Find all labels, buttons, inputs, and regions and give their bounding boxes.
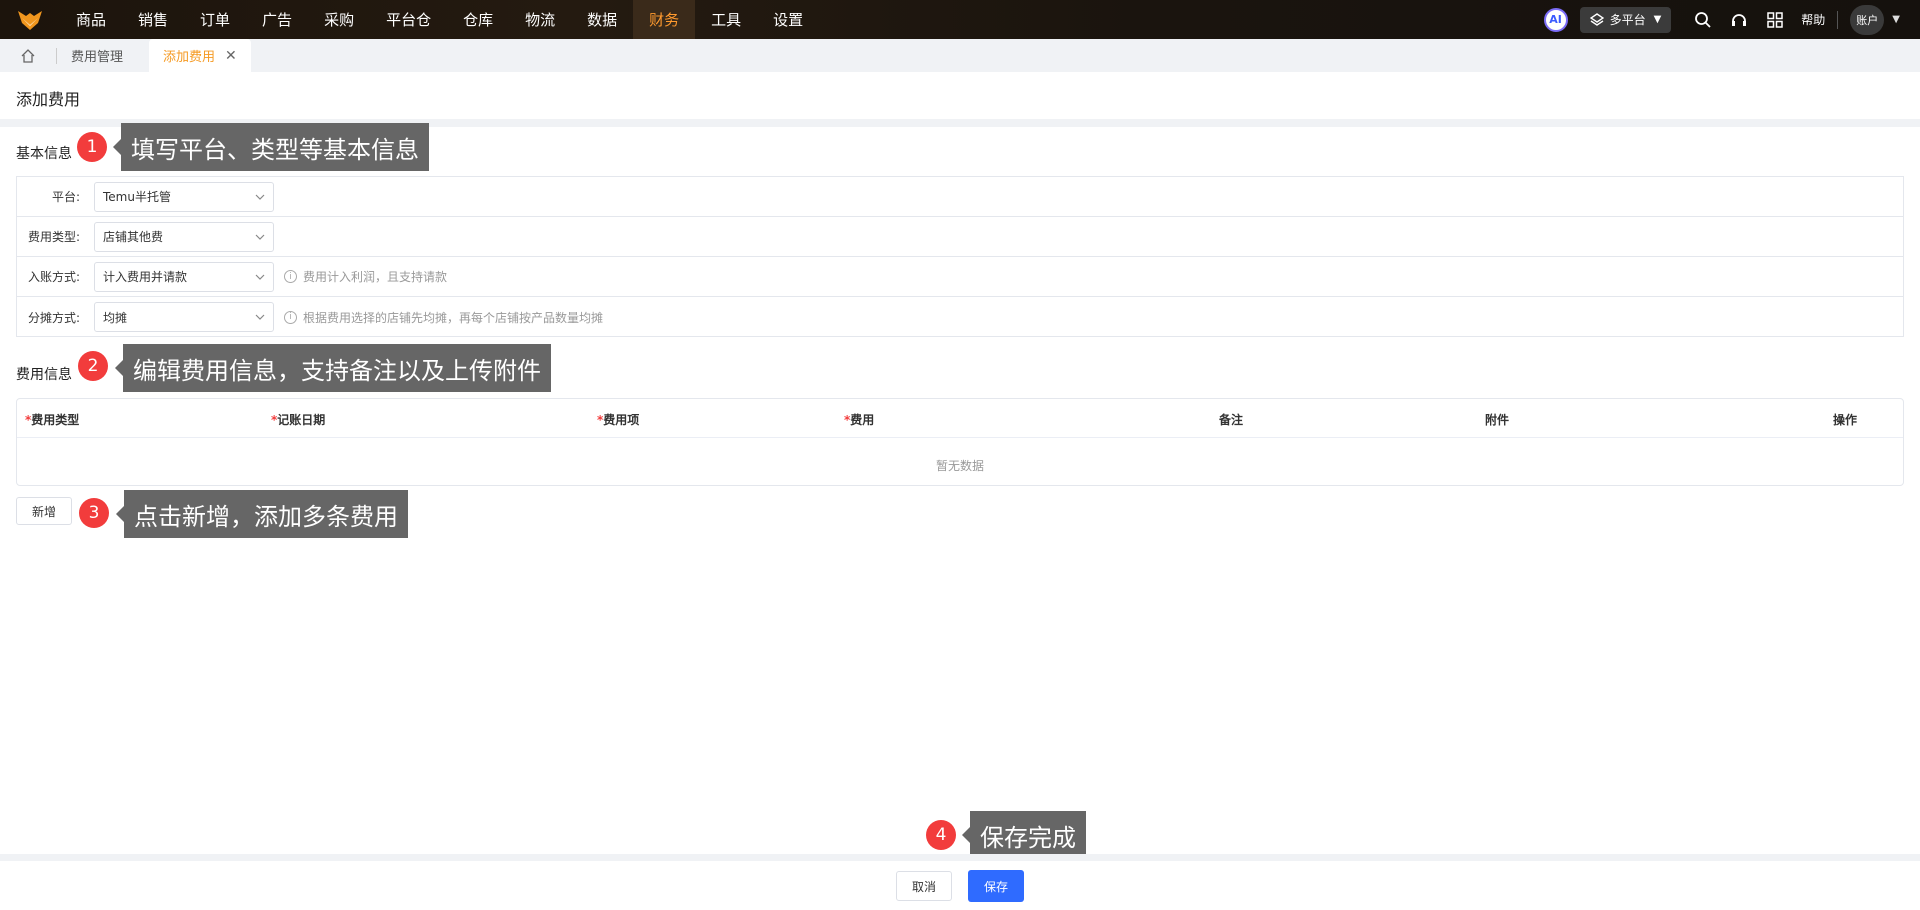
column-remark: 备注 (1219, 413, 1244, 427)
step-badge-4: 4 (926, 820, 956, 850)
chevron-down-icon (255, 234, 265, 240)
nav-item-ads[interactable]: 广告 (246, 0, 308, 39)
help-link[interactable]: 帮助 (1801, 11, 1825, 28)
split-method-select[interactable]: 均摊 (94, 302, 274, 332)
apps-grid-icon[interactable] (1765, 10, 1785, 30)
fee-type-select[interactable]: 店铺其他费 (94, 221, 274, 252)
step-badge-2: 2 (78, 351, 108, 381)
split-method-hint: i 根据费用选择的店铺先均摊，再每个店铺按产品数量均摊 (284, 309, 603, 326)
entry-method-hint-text: 费用计入利润，且支持请款 (303, 270, 448, 284)
entry-method-hint: i 费用计入利润，且支持请款 (284, 268, 447, 285)
platform-select[interactable]: Temu半托管 (94, 181, 274, 212)
fee-type-select-value: 店铺其他费 (103, 230, 164, 244)
tab-fee-management[interactable]: 费用管理 (57, 39, 137, 72)
platform-label: 平台: (51, 190, 80, 204)
nav-item-orders[interactable]: 订单 (184, 0, 246, 39)
nav-item-logistics[interactable]: 物流 (509, 0, 571, 39)
chevron-down-icon (255, 194, 265, 200)
callout-2: 编辑费用信息，支持备注以及上传附件 (115, 344, 551, 392)
info-icon: i (284, 310, 297, 324)
form-row-entry-method: 入账方式: 计入费用并请款 i 费用计入利润，且支持请款 (17, 257, 1903, 297)
tab-add-fee-label: 添加费用 (163, 50, 216, 65)
split-method-label: 分摊方式: (27, 310, 80, 325)
entry-method-label: 入账方式: (27, 270, 80, 284)
form-row-platform: 平台: Temu半托管 (17, 177, 1903, 217)
cancel-button[interactable]: 取消 (896, 871, 952, 901)
entry-method-select-value: 计入费用并请款 (103, 270, 188, 284)
page-title: 添加费用 (16, 90, 81, 109)
nav-item-platform-warehouse[interactable]: 平台仓 (370, 0, 447, 39)
chevron-down-icon (255, 314, 265, 320)
fee-table: *费用类型 *记账日期 *费用项 *费用 备注 附件 操作 暂无数据 (16, 398, 1904, 486)
column-actions: 操作 (1833, 413, 1858, 427)
step-badge-1: 1 (77, 132, 107, 162)
callout-4: 保存完成 (962, 811, 1086, 859)
form-row-split-method: 分摊方式: 均摊 i 根据费用选择的店铺先均摊，再每个店铺按产品数量均摊 (17, 297, 1903, 337)
search-icon[interactable] (1693, 10, 1713, 30)
empty-state: 暂无数据 (935, 459, 984, 473)
split-method-hint-text: 根据费用选择的店铺先均摊，再每个店铺按产品数量均摊 (303, 310, 604, 325)
column-fee-type: *费用类型 (25, 413, 80, 427)
fee-table-header: *费用类型 *记账日期 *费用项 *费用 备注 附件 操作 (17, 399, 1903, 438)
close-icon[interactable]: ✕ (225, 48, 237, 64)
form-row-fee-type: 费用类型: 店铺其他费 (17, 217, 1903, 257)
callout-1: 填写平台、类型等基本信息 (113, 123, 429, 171)
column-amount: *费用 (844, 413, 875, 427)
callout-3: 点击新增，添加多条费用 (116, 490, 408, 538)
basic-info-form: 平台: Temu半托管 费用类型: 店铺其他费 入账方式: 计入费用并请款 i … (16, 176, 1904, 337)
basic-info-title: 基本信息 (16, 146, 72, 162)
nav-item-settings[interactable]: 设置 (757, 0, 819, 39)
platform-switcher[interactable]: 多平台 ▼ (1579, 6, 1672, 33)
nav-item-finance[interactable]: 财务 (633, 0, 696, 39)
step-badge-3: 3 (79, 498, 109, 528)
save-button[interactable]: 保存 (968, 870, 1024, 902)
platform-switcher-label: 多平台 (1609, 13, 1646, 27)
nav-item-tools[interactable]: 工具 (695, 0, 757, 39)
platform-select-value: Temu半托管 (103, 190, 171, 204)
column-fee-item: *费用项 (597, 413, 640, 427)
headset-icon[interactable] (1729, 10, 1749, 30)
chevron-down-icon (255, 274, 265, 280)
nav-divider (1837, 10, 1839, 29)
footer-divider (0, 854, 1920, 861)
layers-icon (1589, 12, 1604, 26)
nav-item-warehouse[interactable]: 仓库 (447, 0, 509, 39)
info-icon: i (284, 270, 297, 283)
tab-add-fee[interactable]: 添加费用 ✕ (149, 39, 251, 72)
nav-item-purchase[interactable]: 采购 (308, 0, 370, 39)
fee-type-label: 费用类型: (27, 230, 80, 244)
entry-method-select[interactable]: 计入费用并请款 (94, 261, 274, 292)
nav-item-sales[interactable]: 销售 (122, 0, 184, 39)
tab-bar: 费用管理 添加费用 ✕ (0, 39, 1920, 72)
avatar[interactable]: 账户 (1850, 4, 1885, 35)
fee-info-title: 费用信息 (16, 367, 72, 383)
fox-logo-icon[interactable] (0, 0, 60, 39)
column-attachment: 附件 (1485, 413, 1510, 427)
column-date: *记账日期 (271, 413, 326, 427)
caret-down-icon: ▼ (1653, 14, 1662, 25)
top-nav: 商品 销售 订单 广告 采购 平台仓 仓库 物流 数据 财务 工具 设置 AI … (0, 0, 1920, 39)
nav-item-data[interactable]: 数据 (571, 0, 633, 39)
add-fee-button[interactable]: 新增 (16, 497, 72, 525)
caret-down-icon[interactable]: ▼ (1892, 14, 1900, 25)
nav-item-goods[interactable]: 商品 (60, 0, 122, 39)
split-method-select-value: 均摊 (103, 310, 128, 325)
main-menu: 商品 销售 订单 广告 采购 平台仓 仓库 物流 数据 财务 工具 设置 (60, 0, 819, 39)
ai-assistant-button[interactable]: AI (1543, 7, 1568, 32)
home-icon[interactable] (0, 39, 56, 72)
nav-right: AI 多平台 ▼ 帮助 账户 ▼ (1543, 0, 1920, 39)
